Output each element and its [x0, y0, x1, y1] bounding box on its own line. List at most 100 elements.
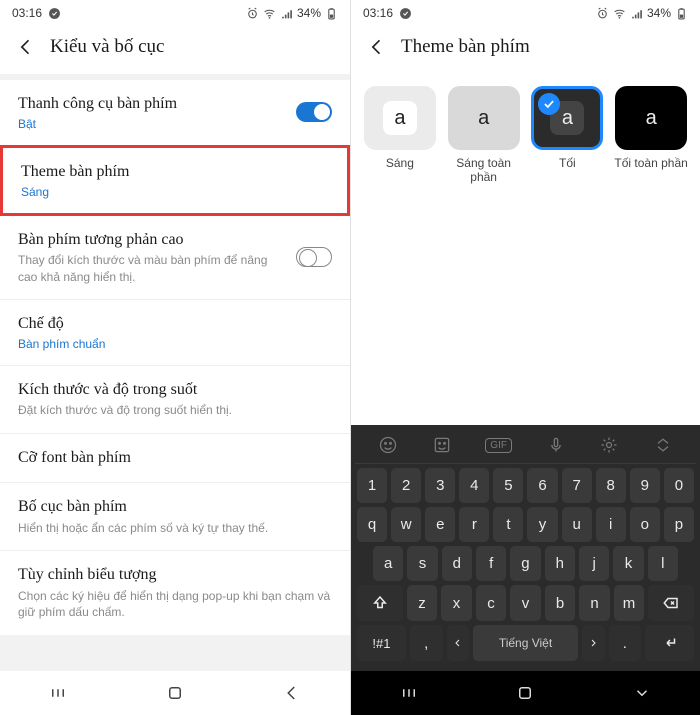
battery-level: 34% [297, 6, 321, 20]
letter-key[interactable]: 0 [664, 468, 694, 503]
header: Kiểu và bố cục [0, 24, 350, 74]
letter-key[interactable]: s [407, 546, 437, 581]
backspace-key[interactable] [648, 585, 694, 621]
setting-keyboard-toolbar[interactable]: Thanh công cụ bàn phím Bật [0, 80, 350, 145]
theme-option-light-full[interactable]: a Sáng toàn phần [447, 86, 521, 185]
letter-key[interactable]: j [579, 546, 609, 581]
letter-row-1: qwertyuiop [357, 507, 694, 542]
letter-key[interactable]: q [357, 507, 387, 542]
comma-key[interactable]: , [410, 625, 443, 661]
alarm-icon [246, 7, 259, 20]
letter-key[interactable]: x [441, 585, 472, 621]
letter-key[interactable]: g [510, 546, 540, 581]
letter-key[interactable]: c [476, 585, 507, 621]
toolbar-toggle[interactable] [296, 102, 332, 122]
battery-icon [675, 7, 688, 20]
letter-key[interactable]: y [527, 507, 557, 542]
letter-key[interactable]: 1 [357, 468, 387, 503]
status-bar: 03:16 34% [0, 0, 350, 24]
settings-icon[interactable] [599, 435, 619, 455]
check-circle-icon [399, 7, 412, 20]
wifi-icon [263, 7, 276, 20]
letter-key[interactable]: 2 [391, 468, 421, 503]
theme-option-dark[interactable]: a Tối [531, 86, 605, 185]
setting-font-size[interactable]: Cỡ font bàn phím [0, 434, 350, 484]
letter-key[interactable]: l [648, 546, 678, 581]
letter-key[interactable]: 9 [630, 468, 660, 503]
page-title: Kiểu và bố cục [50, 36, 164, 58]
letter-key[interactable]: 8 [596, 468, 626, 503]
letter-key[interactable]: f [476, 546, 506, 581]
recents-icon[interactable] [49, 684, 67, 702]
status-time: 03:16 [12, 6, 42, 20]
letter-key[interactable]: e [425, 507, 455, 542]
sticker-icon[interactable] [432, 435, 452, 455]
letter-key[interactable]: k [613, 546, 643, 581]
theme-grid: a Sáng a Sáng toàn phần a Tối a Tối toàn… [351, 74, 700, 185]
page-title: Theme bàn phím [401, 36, 530, 58]
back-nav-icon[interactable] [283, 684, 301, 702]
space-key[interactable]: Tiếng Việt [473, 625, 577, 661]
highlighted-theme-row: Theme bàn phím Sáng [0, 145, 350, 216]
letter-key[interactable]: z [407, 585, 438, 621]
letter-key[interactable]: h [545, 546, 575, 581]
bottom-row: !#1 , Tiếng Việt . [357, 625, 694, 661]
voice-icon[interactable] [546, 435, 566, 455]
setting-layout[interactable]: Bố cục bàn phím Hiển thị hoặc ẩn các phí… [0, 483, 350, 551]
letter-key[interactable]: 7 [562, 468, 592, 503]
nav-bar [351, 671, 700, 715]
nav-bar [0, 671, 350, 715]
letter-key[interactable]: n [579, 585, 610, 621]
enter-key[interactable] [645, 625, 694, 661]
letter-key[interactable]: 6 [527, 468, 557, 503]
back-icon[interactable] [367, 37, 387, 57]
left-pane: 03:16 34% Kiểu và bố cục Thanh công cụ b… [0, 0, 350, 715]
setting-size-transparency[interactable]: Kích thước và độ trong suốt Đặt kích thư… [0, 366, 350, 434]
setting-keyboard-theme[interactable]: Theme bàn phím Sáng [3, 148, 347, 213]
keyboard-preview: GIF 1234567890 qwertyuiop asdfghjkl z x … [351, 425, 700, 671]
letter-key[interactable]: u [562, 507, 592, 542]
letter-key[interactable]: 5 [493, 468, 523, 503]
letter-key[interactable]: m [614, 585, 645, 621]
setting-custom-symbols[interactable]: Tùy chỉnh biểu tượng Chọn các ký hiệu để… [0, 551, 350, 634]
letter-key[interactable]: b [545, 585, 576, 621]
expand-icon[interactable] [653, 435, 673, 455]
high-contrast-toggle[interactable] [296, 247, 332, 267]
keyboard-hide-icon[interactable] [633, 684, 651, 702]
symbols-key[interactable]: !#1 [357, 625, 406, 661]
shift-key[interactable] [357, 585, 403, 621]
status-bar: 03:16 34% [351, 0, 700, 24]
emoji-icon[interactable] [378, 435, 398, 455]
prev-lang-key[interactable] [447, 625, 470, 661]
back-icon[interactable] [16, 37, 36, 57]
theme-option-dark-full[interactable]: a Tối toàn phần [614, 86, 688, 185]
home-icon[interactable] [516, 684, 534, 702]
letter-key[interactable]: w [391, 507, 421, 542]
signal-icon [280, 7, 293, 20]
letter-key[interactable]: a [373, 546, 403, 581]
recents-icon[interactable] [400, 684, 418, 702]
status-time: 03:16 [363, 6, 393, 20]
keyboard-toolbar: GIF [355, 429, 696, 464]
right-pane: 03:16 34% Theme bàn phím a Sáng a Sáng t… [350, 0, 700, 715]
letter-key[interactable]: 4 [459, 468, 489, 503]
alarm-icon [596, 7, 609, 20]
settings-list: Thanh công cụ bàn phím Bật Theme bàn phí… [0, 74, 350, 715]
number-row: 1234567890 [357, 468, 694, 503]
period-key[interactable]: . [609, 625, 642, 661]
letter-key[interactable]: p [664, 507, 694, 542]
gif-icon[interactable]: GIF [485, 438, 512, 453]
setting-mode[interactable]: Chế độ Bàn phím chuẩn [0, 300, 350, 366]
letter-key[interactable]: v [510, 585, 541, 621]
next-lang-key[interactable] [582, 625, 605, 661]
letter-key[interactable]: r [459, 507, 489, 542]
letter-key[interactable]: 3 [425, 468, 455, 503]
letter-key[interactable]: i [596, 507, 626, 542]
letter-key[interactable]: t [493, 507, 523, 542]
setting-high-contrast[interactable]: Bàn phím tương phản cao Thay đổi kích th… [0, 216, 350, 300]
letter-row-2: asdfghjkl [357, 546, 694, 581]
theme-option-light[interactable]: a Sáng [363, 86, 437, 185]
letter-key[interactable]: d [442, 546, 472, 581]
home-icon[interactable] [166, 684, 184, 702]
letter-key[interactable]: o [630, 507, 660, 542]
